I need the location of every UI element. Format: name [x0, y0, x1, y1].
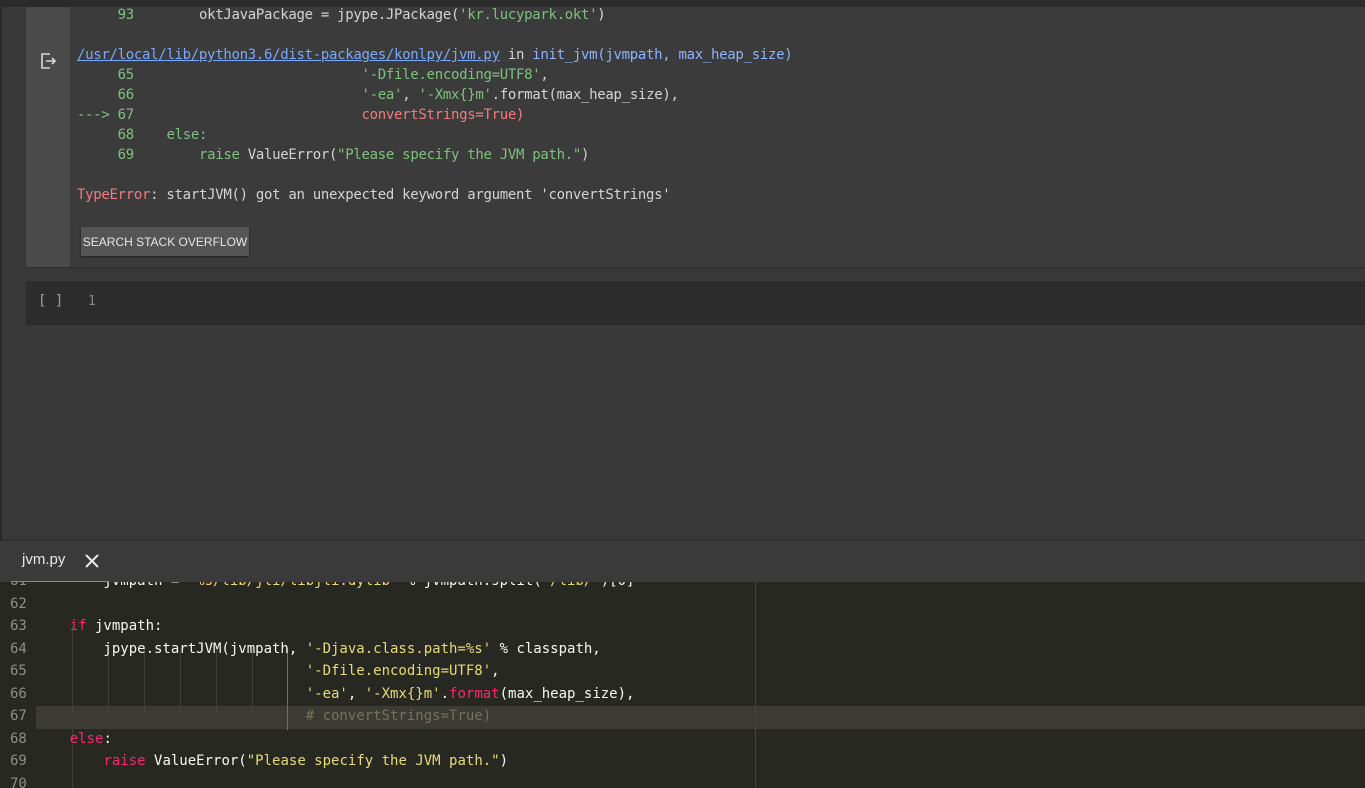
editor-line-number: 68: [10, 730, 27, 747]
line-length-ruler: [755, 582, 756, 788]
traceback-line: 69 raise ValueError("Please specify the …: [117, 147, 590, 163]
code-cell[interactable]: [ ] 1: [26, 281, 1365, 325]
tab-label: jvm.py: [22, 551, 66, 568]
editor-code-line: else:: [69, 730, 112, 747]
editor-line-number: 67: [10, 708, 27, 724]
traceback-line: 93 oktJavaPackage = jpype.JPackage('kr.l…: [117, 7, 606, 23]
editor-line-number: 64: [10, 640, 27, 657]
editor-line-number: 70: [10, 775, 27, 788]
editor-line-number: 63: [10, 618, 27, 634]
editor-code-line: # convertStrings=True): [305, 708, 492, 724]
editor-code-line: jvmpath = '%s/lib/jli/libjli.dylib' % jv…: [36, 582, 634, 592]
output-toggle-icon[interactable]: [38, 51, 58, 71]
editor-line-number: 61: [10, 582, 34, 592]
traceback-line: 66 '-ea', '-Xmx{}m'.format(max_heap_size…: [117, 87, 679, 103]
cell-line-number: 1: [88, 294, 96, 309]
traceback-file-link[interactable]: /usr/local/lib/python3.6/dist-packages/k…: [77, 47, 500, 63]
close-icon[interactable]: [83, 552, 101, 570]
editor-code-line: if jvmpath:: [69, 618, 163, 634]
output-cell: 93 oktJavaPackage = jpype.JPackage('kr.l…: [26, 7, 1365, 268]
editor-line-number: 66: [10, 685, 27, 702]
output-gutter: [26, 7, 70, 267]
editor-line-number: 69: [10, 753, 27, 769]
editor-code-line: jpype.startJVM(jvmpath, '-Djava.class.pa…: [36, 640, 601, 657]
editor-code-line: '-ea', '-Xmx{}m'.format(max_heap_size),: [305, 685, 635, 702]
traceback-frame: /usr/local/lib/python3.6/dist-packages/k…: [77, 47, 793, 63]
editor-code-line: '-Dfile.encoding=UTF8',: [305, 663, 500, 679]
editor-line-number: 62: [10, 595, 27, 612]
code-editor[interactable]: 61 jvmpath = '%s/lib/jli/libjli.dylib' %…: [0, 582, 1365, 788]
error-message: TypeError: startJVM() got an unexpected …: [77, 187, 671, 203]
traceback-line: 68 else:: [117, 127, 208, 143]
editor-line-number: 65: [10, 663, 27, 679]
traceback-output: 93 oktJavaPackage = jpype.JPackage('kr.l…: [77, 7, 1365, 267]
traceback-line: 65 '-Dfile.encoding=UTF8',: [117, 67, 549, 83]
search-stack-overflow-button[interactable]: SEARCH STACK OVERFLOW: [81, 227, 249, 256]
editor-code-line: raise ValueError("Please specify the JVM…: [103, 753, 509, 769]
editor-tab-bar: jvm.py: [0, 540, 1365, 583]
run-cell-indicator[interactable]: [ ]: [38, 293, 63, 309]
traceback-line-current: ---> 67 convertStrings=True): [77, 107, 525, 123]
tab-jvm-py[interactable]: jvm.py: [11, 541, 109, 583]
